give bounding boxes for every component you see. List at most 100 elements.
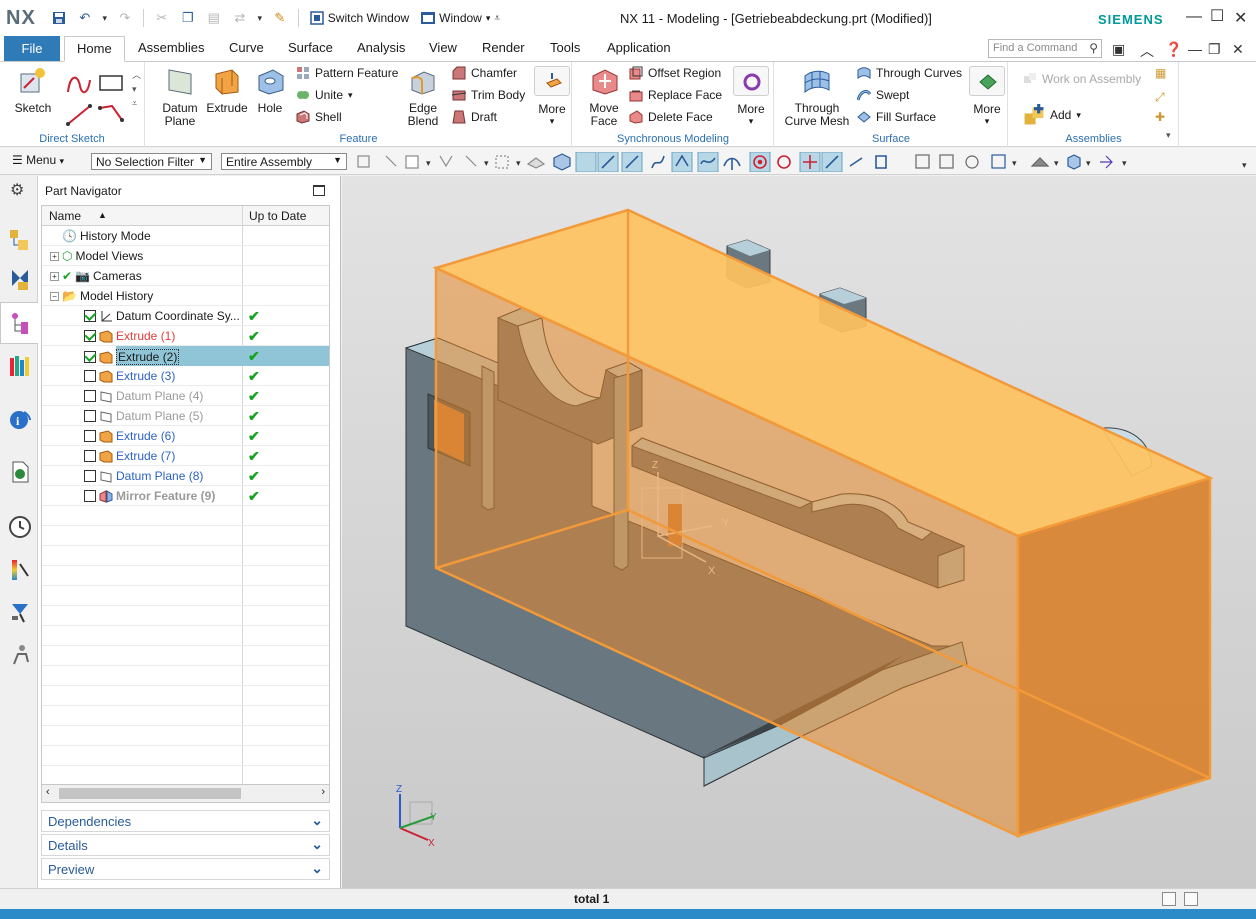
assembly-navigator-icon[interactable] [8,228,32,252]
details-panel[interactable]: Details ⌄ [41,834,330,856]
customize-icon[interactable]: ⩡ [494,13,500,24]
visibility-checkbox[interactable] [84,370,96,382]
tab-assemblies[interactable]: Assemblies [138,40,204,55]
save-icon[interactable] [48,7,70,29]
visibility-checkbox[interactable] [84,470,96,482]
add-component-button[interactable]: Add ▾ [1023,104,1081,126]
swept-button[interactable]: Swept [857,88,909,102]
tree-row[interactable]: − 📂 Model History [42,286,329,306]
unite-button[interactable]: Unite ▾ [296,88,353,102]
doc-restore-icon[interactable]: ❐ [1208,41,1221,58]
delete-face-button[interactable]: Delete Face [629,110,713,124]
tab-analysis[interactable]: Analysis [357,40,405,55]
chamfer-button[interactable]: Chamfer [452,66,517,80]
window-menu-button[interactable]: Window ▾ ⩡ [417,11,504,25]
move-component-icon[interactable]: ⤢ [1155,90,1165,105]
doc-close-icon[interactable]: ✕ [1232,41,1244,58]
curve-tools-icon[interactable] [64,70,130,130]
column-header-up-to-date[interactable]: Up to Date [249,209,306,223]
sync-more-button[interactable]: More ▾ [731,66,771,127]
tree-row[interactable]: Extrude (7) ✔ [42,446,329,466]
visibility-checkbox[interactable] [84,450,96,462]
find-command-input[interactable]: Find a Command ⚲ [988,39,1102,58]
hole-button[interactable]: Hole [252,66,288,115]
close-icon[interactable]: ✕ [1234,8,1247,28]
tree-row[interactable]: Extrude (1) ✔ [42,326,329,346]
new-component-icon[interactable]: ✚ [1155,110,1165,124]
tree-row[interactable]: + ✔ 📷 Cameras [42,266,329,286]
constraints-icon[interactable]: ▦ [1155,66,1166,80]
trim-body-button[interactable]: Trim Body [452,88,525,102]
tab-render[interactable]: Render [482,40,525,55]
sketch-button[interactable]: Sketch [12,66,54,115]
selection-toolbar-icons[interactable]: ▾ ▾ ▾ ▾ ▾ ▾ ▾ ▾ [356,152,1256,172]
tree-row[interactable]: Extrude (3) ✔ [42,366,329,386]
dependencies-panel[interactable]: Dependencies ⌄ [41,810,330,832]
through-curve-mesh-button[interactable]: Through Curve Mesh [781,66,853,128]
ribbon-options-icon[interactable]: ▣ [1112,41,1125,58]
resource-bar-settings-icon[interactable]: ⚙ [10,180,24,200]
undo-dropdown-icon[interactable]: ▾ [100,7,110,29]
maximize-icon[interactable]: ☐ [1210,6,1224,26]
roles-icon[interactable] [8,642,32,666]
tree-row[interactable]: Extrude (6) ✔ [42,426,329,446]
tree-row[interactable]: Datum Plane (4) ✔ [42,386,329,406]
tree-row[interactable]: + ⬡ Model Views [42,246,329,266]
reuse-library-icon[interactable] [8,354,32,378]
redo-icon[interactable]: ↷ [114,7,136,29]
maximize-panel-icon[interactable] [313,185,325,196]
paste-icon[interactable]: ▤ [203,7,225,29]
repeat-command-icon[interactable]: ⇄ [229,7,251,29]
repeat-dropdown-icon[interactable]: ▾ [255,7,265,29]
feature-more-button[interactable]: More ▾ [532,66,572,127]
undo-icon[interactable]: ↶ [74,7,96,29]
column-header-name[interactable]: Name [49,209,81,223]
preview-panel[interactable]: Preview ⌄ [41,858,330,880]
draft-button[interactable]: Draft [452,110,497,124]
menu-button[interactable]: ☰ Menu ▾ [12,153,64,167]
visibility-checkbox[interactable] [84,410,96,422]
minimize-icon[interactable]: — [1186,8,1202,26]
through-curves-button[interactable]: Through Curves [857,66,962,80]
shell-button[interactable]: Shell [296,110,342,124]
selection-filter-select[interactable]: No Selection Filter ▼ [91,153,212,170]
doc-minimize-icon[interactable]: — [1188,41,1202,57]
scroll-left-icon[interactable]: ‹ [46,786,50,798]
visibility-checkbox[interactable] [84,310,96,322]
move-face-button[interactable]: Move Face [583,66,625,128]
tab-home[interactable]: Home [64,36,125,62]
tab-surface[interactable]: Surface [288,40,333,55]
system-materials-icon[interactable] [8,558,32,582]
copy-icon[interactable]: ❐ [177,7,199,29]
replace-face-button[interactable]: Replace Face [629,88,722,102]
tab-curve[interactable]: Curve [229,40,264,55]
graphics-window[interactable]: Z Y X Z X Y [342,176,1256,888]
part-navigator-tab[interactable] [0,302,38,344]
scroll-right-icon[interactable]: › [321,786,325,798]
visibility-checkbox[interactable] [84,390,96,402]
work-on-assembly-button[interactable]: Work on Assembly [1023,72,1141,86]
tree-row[interactable]: Datum Plane (8) ✔ [42,466,329,486]
collapse-icon[interactable]: − [50,291,59,301]
fill-surface-button[interactable]: Fill Surface [857,110,936,124]
visibility-checkbox[interactable] [84,351,96,363]
visibility-checkbox[interactable] [84,430,96,442]
tree-row[interactable]: Datum Plane (5) ✔ [42,406,329,426]
pattern-feature-button[interactable]: Pattern Feature [296,66,398,80]
horizontal-scrollbar[interactable]: ‹ › [41,785,330,803]
edge-blend-button[interactable]: Edge Blend [400,66,446,128]
full-screen-icon[interactable] [1184,892,1198,906]
tab-application[interactable]: Application [607,40,671,55]
selection-scope-select[interactable]: Entire Assembly ▼ [221,153,347,170]
extrude-button[interactable]: Extrude [206,66,248,115]
gallery-scroll-icon[interactable]: ︿ ▾ ⩡ [132,68,141,110]
switch-window-button[interactable]: Switch Window [306,11,413,25]
visibility-checkbox[interactable] [84,330,96,342]
expand-icon[interactable]: + [50,251,59,261]
cue-line-toggle-icon[interactable] [1162,892,1176,906]
tree-row[interactable]: Datum Coordinate Sy... ✔ [42,306,329,326]
extrude-preview-end[interactable] [1016,476,1212,838]
cut-icon[interactable]: ✂ [151,7,173,29]
tab-file[interactable]: File [4,36,60,61]
history-icon[interactable] [8,515,32,539]
